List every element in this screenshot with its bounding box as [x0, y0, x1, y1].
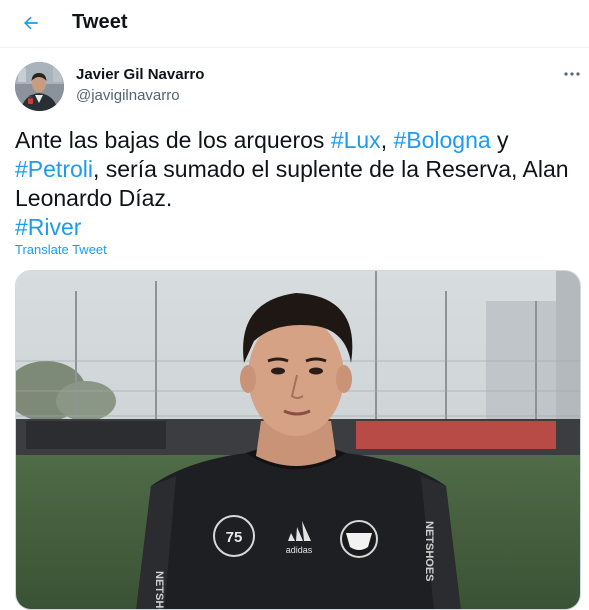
tweet-text-segment: , sería sumado el suplente de la Reserva…	[15, 156, 569, 211]
arrow-left-icon	[24, 16, 38, 30]
sleeve-text-left: NETSHOES	[153, 571, 165, 610]
sleeve-text-right: NETSHOES	[423, 521, 435, 582]
author-avatar[interactable]	[15, 62, 64, 111]
tweet-text-segment: Ante las bajas de los arqueros	[15, 127, 331, 153]
author-name[interactable]: Javier Gil Navarro	[76, 66, 204, 83]
tweet-media[interactable]: 75 adidas NETSHOES NETSHOES	[15, 270, 581, 610]
page-title: Tweet	[72, 11, 128, 33]
hashtag-link[interactable]: #River	[15, 214, 81, 240]
tweet-text-segment: y	[490, 127, 509, 153]
hashtag-link[interactable]: #Lux	[331, 127, 381, 153]
back-button[interactable]	[14, 6, 48, 40]
jersey-number: 75	[226, 529, 243, 546]
more-dots-icon	[564, 72, 580, 76]
tweet-text-segment: ,	[380, 127, 394, 153]
top-header: Tweet	[0, 0, 589, 48]
author-handle[interactable]: @javigilnavarro	[76, 87, 180, 104]
jersey-brand-text: adidas	[286, 545, 313, 555]
more-options-button[interactable]	[559, 64, 585, 84]
hashtag-link[interactable]: #Petroli	[15, 156, 93, 182]
hashtag-link[interactable]: #Bologna	[393, 127, 490, 153]
tweet-text: Ante las bajas de los arqueros #Lux, #Bo…	[15, 126, 585, 242]
translate-tweet-link[interactable]: Translate Tweet	[15, 242, 107, 257]
avatar-photo	[15, 62, 64, 111]
player-photo: 75 adidas NETSHOES NETSHOES	[16, 271, 580, 610]
